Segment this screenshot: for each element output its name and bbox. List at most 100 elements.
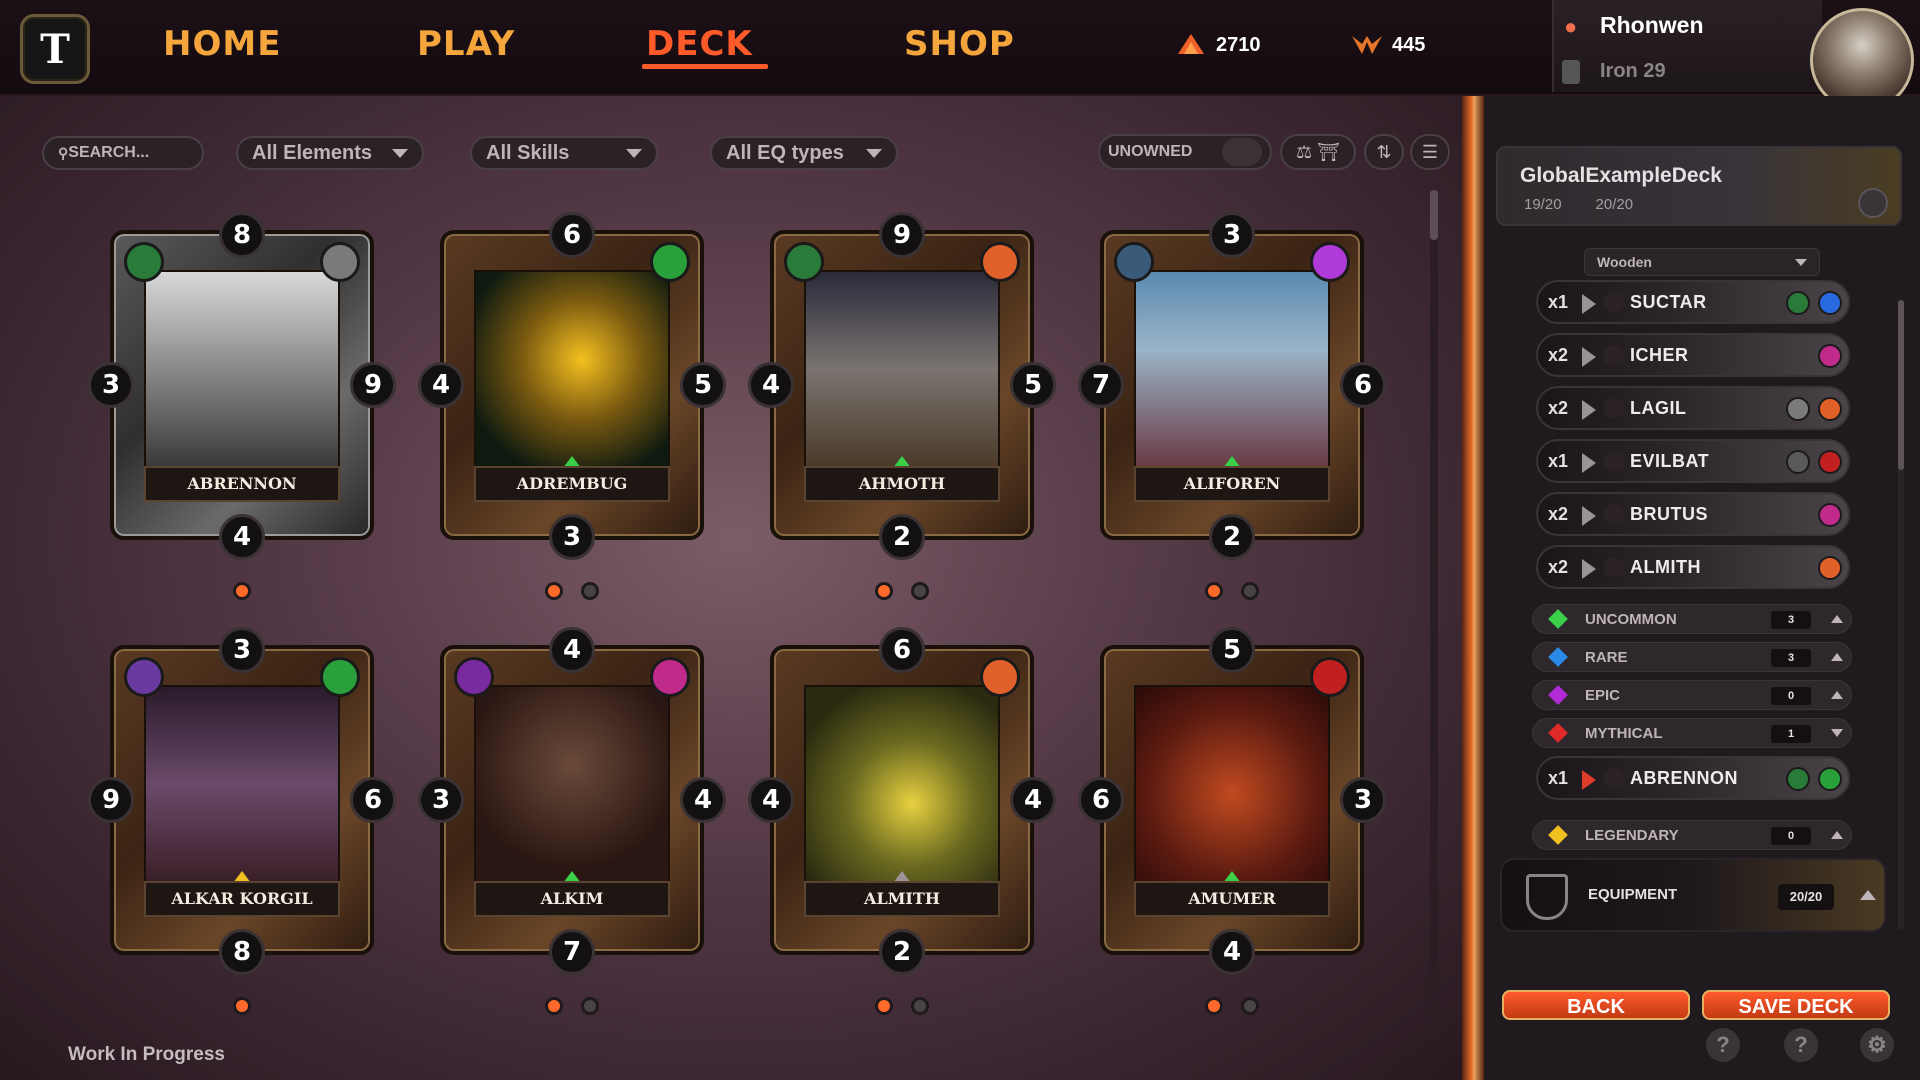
stat-left: 4 [748,777,794,823]
collection-scrollbar-thumb[interactable] [1430,190,1438,240]
stat-right: 9 [350,362,396,408]
deck-counts: 19/20 20/20 [1524,196,1633,213]
entry-skill-icon [1818,767,1842,791]
chevron-down-icon [626,148,642,158]
elements-filter[interactable]: All Elements [236,136,424,170]
sort-button[interactable]: ⇅ [1364,134,1404,170]
stat-bottom: 3 [549,514,595,560]
deck-entry[interactable]: x1 ABRENNON [1536,756,1850,800]
card-art [1134,685,1330,883]
frame-select[interactable]: Wooden [1584,248,1820,276]
entry-quantity: x1 [1548,451,1569,471]
creature-icon: ⚖ [1295,142,1313,162]
nav-shop[interactable]: SHOP [904,24,1015,64]
creature-card[interactable]: ALMITH 6 4 4 2 [748,627,1056,1015]
entry-name: BRUTUS [1630,504,1708,524]
card-name: ALIFOREN [1134,466,1330,502]
stat-right: 6 [350,777,396,823]
creature-card[interactable]: ALKAR KORGIL 3 9 6 8 [88,627,396,1015]
gear-icon[interactable]: ⚙ [1860,1028,1894,1062]
entry-skill-icon [1818,556,1842,580]
creature-face-icon [1604,292,1624,312]
search-box[interactable]: ⚲ [42,136,204,170]
creature-card[interactable]: AMUMER 5 6 3 4 [1078,627,1386,1015]
search-input[interactable] [68,144,189,162]
entry-name: ICHER [1630,345,1689,365]
copy-dot [233,582,251,600]
copy-indicator [440,997,704,1015]
copy-dot [911,997,929,1015]
creature-card[interactable]: ADREMBUG 6 4 5 3 [418,212,726,600]
pink-skill-icon [650,657,690,697]
nav-play[interactable]: PLAY [417,24,515,64]
deck-entry[interactable]: x2 ICHER [1536,333,1850,377]
deck-entry[interactable]: x2 ALMITH [1536,545,1850,589]
copy-dot [875,582,893,600]
entry-skill-icon [1818,397,1842,421]
rarity-count: 3 [1771,649,1811,667]
chevron-up-icon[interactable] [1831,691,1843,699]
stat-right: 5 [680,362,726,408]
stat-left: 6 [1078,777,1124,823]
eq-types-filter[interactable]: All EQ types [710,136,898,170]
settings-filter-button[interactable]: ☰ [1410,134,1450,170]
copy-indicator [770,582,1034,600]
play-icon [1582,506,1596,526]
chevron-down-icon[interactable] [1831,729,1843,737]
play-icon [1582,294,1596,314]
unowned-toggle[interactable]: UNOWNED [1098,134,1272,170]
stat-bottom: 4 [1209,929,1255,975]
stat-top: 6 [879,627,925,673]
card-name: ADREMBUG [474,466,670,502]
creature-shield-filter[interactable]: ⚖ ⛩ [1280,134,1356,170]
nav-deck[interactable]: DECK [646,24,753,64]
creature-card[interactable]: AHMOTH 9 4 5 2 [748,212,1056,600]
entry-quantity: x2 [1548,345,1569,365]
deck-stats-icon[interactable] [1858,188,1888,218]
chevron-up-icon[interactable] [1831,615,1843,623]
card-help-icon[interactable]: ? [1706,1028,1740,1062]
rarity-count: 0 [1771,827,1811,845]
rarity-gem-icon [1548,723,1568,743]
deck-entry[interactable]: x2 LAGIL [1536,386,1850,430]
collapse-arrow-icon[interactable] [1860,890,1876,900]
stat-left: 3 [418,777,464,823]
creature-face-icon [1604,451,1624,471]
equipment-count: 20/20 [1595,196,1634,213]
save-deck-button[interactable]: SAVE DECK [1702,990,1890,1020]
creature-card[interactable]: ABRENNON 8 3 9 4 [88,212,396,600]
card-name: ALKIM [474,881,670,917]
card-art [1134,270,1330,468]
collection-scrollbar[interactable] [1430,190,1438,1030]
entry-skill-icon [1786,450,1810,474]
rarity-group-epic[interactable]: EPIC 0 [1532,680,1852,710]
skills-filter[interactable]: All Skills [470,136,658,170]
copy-indicator [440,582,704,600]
back-button[interactable]: BACK [1502,990,1690,1020]
deck-entry[interactable]: x1 SUCTAR [1536,280,1850,324]
entry-quantity: x2 [1548,504,1569,524]
rarity-count: 3 [1771,611,1811,629]
help-icon[interactable]: ? [1784,1028,1818,1062]
rarity-name: UNCOMMON [1585,611,1677,628]
rarity-group-mythical[interactable]: MYTHICAL 1 [1532,718,1852,748]
deck-scrollbar-thumb[interactable] [1898,300,1904,470]
deck-entry[interactable]: x2 BRUTUS [1536,492,1850,536]
game-logo[interactable]: T [20,14,90,84]
entry-quantity: x1 [1548,768,1569,788]
card-name: AHMOTH [804,466,1000,502]
rarity-group-rare[interactable]: RARE 3 [1532,642,1852,672]
deck-entry[interactable]: x1 EVILBAT [1536,439,1850,483]
nav-home[interactable]: HOME [163,24,281,64]
creature-card[interactable]: ALKIM 4 3 4 7 [418,627,726,1015]
shield-icon: ⛩ [1317,142,1340,162]
rarity-group-uncommon[interactable]: UNCOMMON 3 [1532,604,1852,634]
creature-card[interactable]: ALIFOREN 3 7 6 2 [1078,212,1386,600]
entry-skill-icon [1786,291,1810,315]
rarity-gem-icon [1548,609,1568,629]
entry-skill-icon [1818,450,1842,474]
rarity-group-legendary[interactable]: LEGENDARY 0 [1532,820,1852,850]
chevron-up-icon[interactable] [1831,653,1843,661]
chevron-up-icon[interactable] [1831,831,1843,839]
stat-left: 4 [748,362,794,408]
